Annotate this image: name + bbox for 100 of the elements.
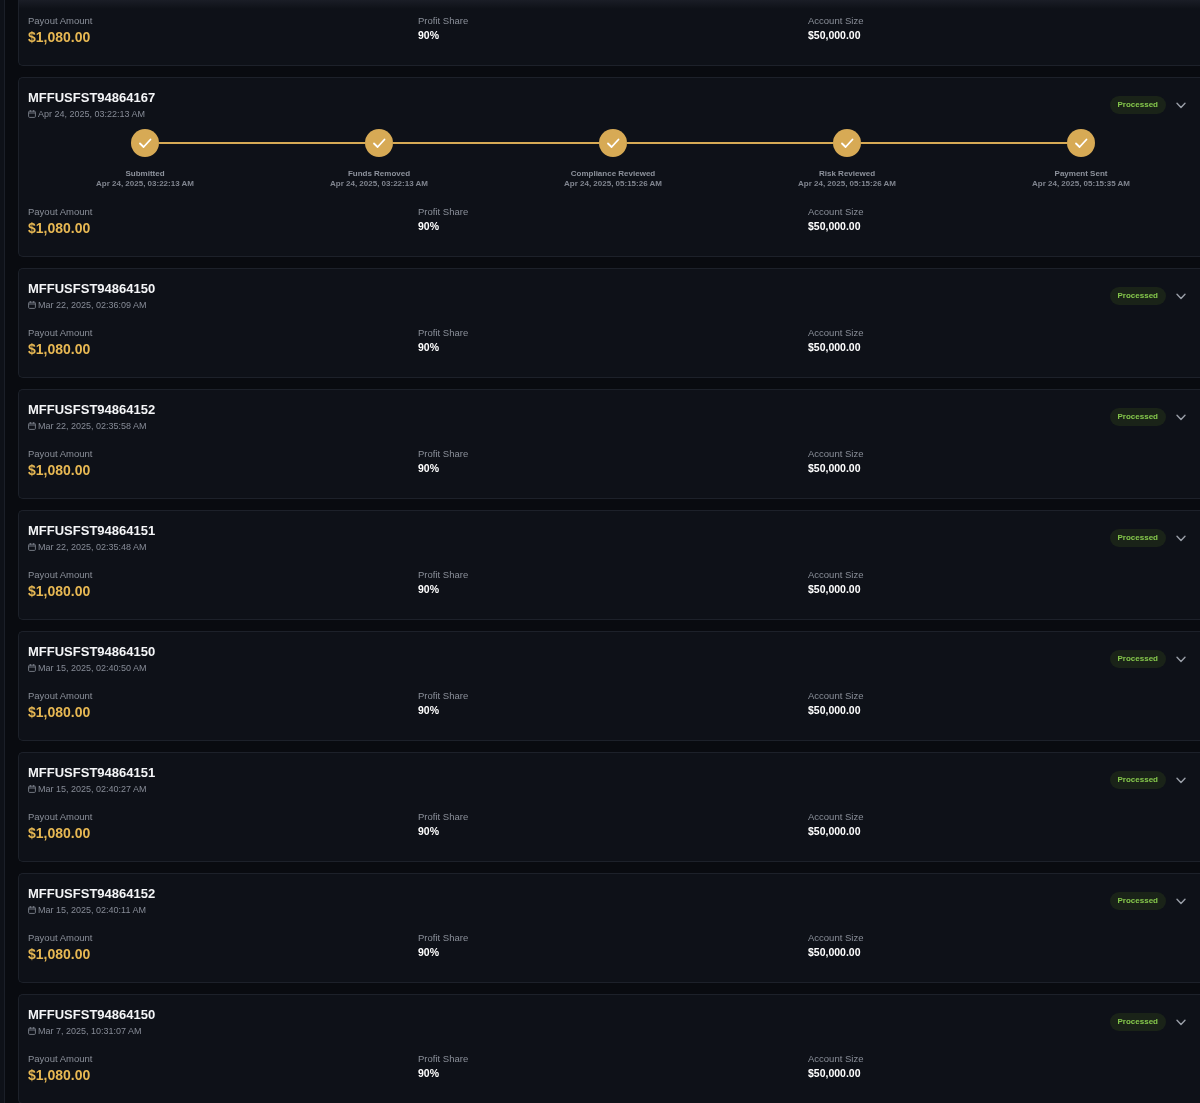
calendar-icon xyxy=(28,664,36,672)
chevron-down-icon[interactable] xyxy=(1176,897,1186,905)
payout-id: MFFUSFST94864152 xyxy=(28,886,156,902)
stat-value: 90% xyxy=(418,1066,440,1080)
payout-amount: $1,080.00 xyxy=(28,1067,92,1083)
stat-label: Payout Amount xyxy=(28,569,94,581)
stat-label: Profit Share xyxy=(418,569,470,581)
payout-date: Mar 7, 2025, 10:31:07 AM xyxy=(38,1025,142,1037)
stat-value: $50,000.00 xyxy=(808,582,862,596)
payout-amount: $1,080.00 xyxy=(28,946,92,962)
stat-label: Account Size xyxy=(808,15,865,27)
calendar-icon xyxy=(28,110,36,118)
stat-label: Account Size xyxy=(808,932,865,944)
step-date: Apr 24, 2025, 03:22:13 AM xyxy=(95,179,195,189)
step-date: Apr 24, 2025, 05:15:26 AM xyxy=(563,179,663,189)
stat-value: $50,000.00 xyxy=(808,1066,862,1080)
calendar-icon xyxy=(28,301,36,309)
stat-label: Profit Share xyxy=(418,932,470,944)
payout-date: Apr 24, 2025, 03:22:13 AM xyxy=(38,108,146,120)
stat-label: Profit Share xyxy=(418,1053,470,1065)
stat-value: $50,000.00 xyxy=(808,340,862,354)
payout-id: MFFUSFST94864167 xyxy=(28,90,156,106)
stat-label: Account Size xyxy=(808,206,865,218)
stat-value: $50,000.00 xyxy=(808,461,862,475)
status-tag: Processed xyxy=(1109,892,1166,910)
stat-label: Account Size xyxy=(808,690,865,702)
chevron-down-icon[interactable] xyxy=(1176,101,1186,109)
stat-label: Payout Amount xyxy=(28,448,94,460)
step-name: Risk Reviewed xyxy=(818,169,876,179)
stat-value: 90% xyxy=(418,703,440,717)
stat-label: Payout Amount xyxy=(28,811,94,823)
stat-label: Profit Share xyxy=(418,327,470,339)
calendar-icon xyxy=(28,785,36,793)
stat-value: 90% xyxy=(418,945,440,959)
status-tag: Processed xyxy=(1109,408,1166,426)
stat-value: $50,000.00 xyxy=(808,824,862,838)
payout-amount: $1,080.00 xyxy=(28,583,92,599)
payout-date: Mar 22, 2025, 02:35:58 AM xyxy=(38,420,147,432)
stat-label: Account Size xyxy=(808,811,865,823)
stat-label: Payout Amount xyxy=(28,1053,94,1065)
stat-value: $50,000.00 xyxy=(808,703,862,717)
chevron-down-icon[interactable] xyxy=(1176,413,1186,421)
stat-label: Account Size xyxy=(808,448,865,460)
stat-label: Account Size xyxy=(808,327,865,339)
calendar-icon xyxy=(28,422,36,430)
step-name: Funds Removed xyxy=(346,169,412,179)
payout-id: MFFUSFST94864151 xyxy=(28,523,156,539)
stat-value: 90% xyxy=(418,582,440,596)
step-name: Submitted xyxy=(124,169,166,179)
payout-date: Mar 15, 2025, 02:40:11 AM xyxy=(38,904,146,916)
stat-label: Payout Amount xyxy=(28,327,94,339)
stat-label: Payout Amount xyxy=(28,206,94,218)
stat-label: Payout Amount xyxy=(28,15,94,27)
payout-id: MFFUSFST94864150 xyxy=(28,281,156,297)
chevron-down-icon[interactable] xyxy=(1176,292,1186,300)
stat-value: 90% xyxy=(418,340,440,354)
payout-id: MFFUSFST94864151 xyxy=(28,765,156,781)
chevron-down-icon[interactable] xyxy=(1176,776,1186,784)
stat-label: Payout Amount xyxy=(28,690,94,702)
step-date: Apr 24, 2025, 05:15:35 AM xyxy=(1031,179,1131,189)
status-tag: Processed xyxy=(1109,96,1166,114)
calendar-icon xyxy=(28,906,36,914)
status-tag: Processed xyxy=(1109,1013,1166,1031)
step-name: Payment Sent xyxy=(1053,169,1109,179)
stat-label: Account Size xyxy=(808,1053,865,1065)
payout-amount: $1,080.00 xyxy=(28,220,92,236)
stat-label: Profit Share xyxy=(418,448,470,460)
payout-amount: $1,080.00 xyxy=(28,704,92,720)
stat-label: Profit Share xyxy=(418,690,470,702)
calendar-icon xyxy=(28,1027,36,1035)
payout-date: Mar 15, 2025, 02:40:27 AM xyxy=(38,783,147,795)
step-name: Compliance Reviewed xyxy=(569,169,657,179)
payout-id: MFFUSFST94864150 xyxy=(28,644,156,660)
payout-amount: $1,080.00 xyxy=(28,462,92,478)
stat-value: $50,000.00 xyxy=(808,945,862,959)
payout-id: MFFUSFST94864152 xyxy=(28,402,156,418)
stat-label: Profit Share xyxy=(418,811,470,823)
payout-date: Mar 22, 2025, 02:36:09 AM xyxy=(38,299,147,311)
payout-id: MFFUSFST94864150 xyxy=(28,1007,156,1023)
stat-value: 90% xyxy=(418,28,440,42)
calendar-icon xyxy=(28,543,36,551)
step-date: Apr 24, 2025, 03:22:13 AM xyxy=(329,179,429,189)
status-tag: Processed xyxy=(1109,529,1166,547)
payout-amount: $1,080.00 xyxy=(28,29,92,45)
payout-amount: $1,080.00 xyxy=(28,825,92,841)
status-tag: Processed xyxy=(1109,771,1166,789)
stat-value: 90% xyxy=(418,461,440,475)
status-tag: Processed xyxy=(1109,650,1166,668)
stat-value: $50,000.00 xyxy=(808,219,862,233)
step-date: Apr 24, 2025, 05:15:26 AM xyxy=(797,179,897,189)
stat-value: 90% xyxy=(418,219,440,233)
stat-label: Profit Share xyxy=(418,206,470,218)
chevron-down-icon[interactable] xyxy=(1176,655,1186,663)
stat-label: Account Size xyxy=(808,569,865,581)
payout-date: Mar 22, 2025, 02:35:48 AM xyxy=(38,541,147,553)
chevron-down-icon[interactable] xyxy=(1176,534,1186,542)
stat-value: 90% xyxy=(418,824,440,838)
chevron-down-icon[interactable] xyxy=(1176,1018,1186,1026)
status-tag: Processed xyxy=(1109,287,1166,305)
stat-label: Profit Share xyxy=(418,15,470,27)
